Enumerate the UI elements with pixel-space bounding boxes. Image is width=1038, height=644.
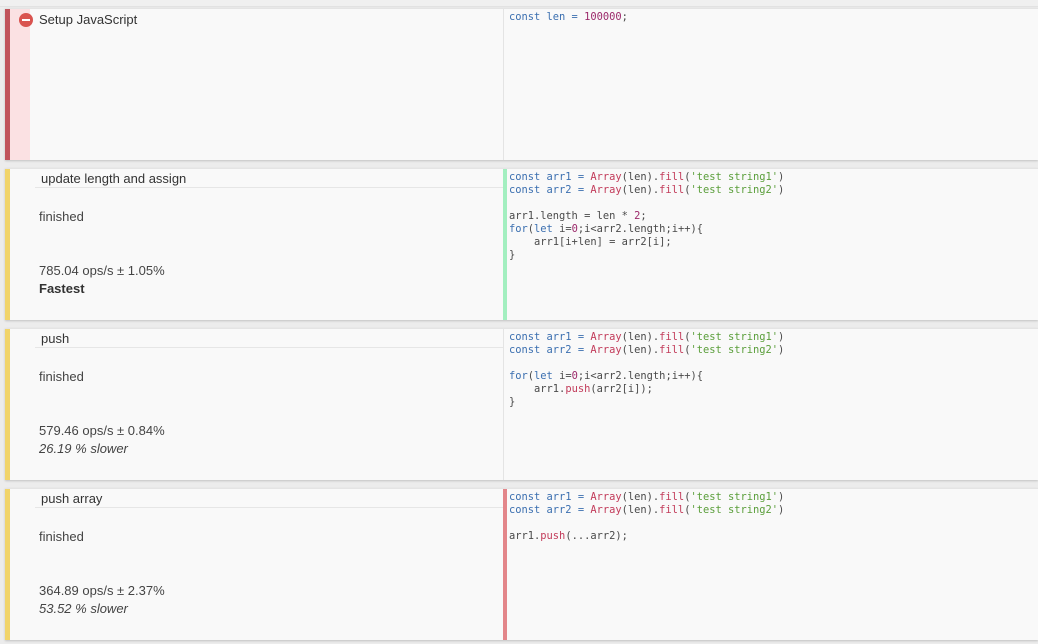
code-token: arr1.length = len * [509, 210, 635, 222]
code-token: Array [590, 504, 622, 516]
test-ops-result: 579.46 ops/s ± 0.84% [39, 423, 165, 438]
code-token: let [534, 370, 560, 382]
code-token: ) [778, 344, 785, 356]
code-token: const arr2 = [509, 504, 591, 516]
test-code[interactable]: const arr1 = Array(len).fill('test strin… [509, 171, 784, 262]
code-token: (len). [621, 171, 660, 183]
code-token: (...arr2); [565, 530, 628, 542]
code-token: ) [778, 184, 785, 196]
test-code[interactable]: const arr1 = Array(len).fill('test strin… [509, 331, 784, 409]
code-token: i= [559, 223, 572, 235]
test-status: finished [39, 529, 84, 544]
code-token: ) [778, 504, 785, 516]
code-token: Array [590, 171, 622, 183]
code-token: (len). [621, 344, 660, 356]
code-token: 100000 [584, 11, 622, 23]
code-token: for [509, 370, 528, 382]
code-token: push [540, 530, 566, 542]
test-title-input[interactable] [35, 170, 503, 188]
code-token: ; [621, 11, 628, 23]
test-left-panel: finished 785.04 ops/s ± 1.05% Fastest [10, 169, 504, 320]
code-token: arr1. [509, 530, 541, 542]
code-token: let [534, 223, 560, 235]
code-token: 'test string2' [690, 504, 779, 516]
setup-left-panel: Setup JavaScript [10, 9, 504, 160]
code-token: } [509, 249, 516, 261]
test-relative-speed: 53.52 % slower [39, 601, 128, 616]
top-bar [0, 0, 1038, 7]
code-token: ) [778, 171, 785, 183]
test-code[interactable]: const arr1 = Array(len).fill('test strin… [509, 491, 784, 543]
code-token: Array [590, 344, 622, 356]
code-token: ; [640, 210, 647, 222]
code-token: ;i<arr2.length;i++){ [577, 370, 703, 382]
code-token: fill [659, 491, 685, 503]
code-token: (arr2[i]); [590, 383, 653, 395]
code-token: Array [590, 331, 622, 343]
test-case-block: finished 579.46 ops/s ± 0.84% 26.19 % sl… [5, 328, 1038, 480]
code-token: fill [659, 331, 685, 343]
code-token: } [509, 396, 516, 408]
code-token: 'test string1' [690, 171, 779, 183]
test-left-panel: finished 579.46 ops/s ± 0.84% 26.19 % sl… [10, 329, 504, 480]
test-status: finished [39, 369, 84, 384]
code-token: Array [590, 184, 622, 196]
test-code-editor[interactable]: const arr1 = Array(len).fill('test strin… [503, 169, 1038, 320]
test-status: finished [39, 209, 84, 224]
test-relative-speed: 26.19 % slower [39, 441, 128, 456]
test-ops-result: 785.04 ops/s ± 1.05% [39, 263, 165, 278]
code-token: Array [590, 491, 622, 503]
code-token: const arr2 = [509, 184, 591, 196]
code-token: (len). [621, 504, 660, 516]
test-code-editor[interactable]: const arr1 = Array(len).fill('test strin… [503, 329, 1038, 480]
code-token: (len). [621, 491, 660, 503]
setup-title: Setup JavaScript [39, 12, 138, 27]
code-token: i= [559, 370, 572, 382]
test-code-editor[interactable]: const arr1 = Array(len).fill('test strin… [503, 489, 1038, 640]
code-token: ) [778, 331, 785, 343]
code-token: fill [659, 184, 685, 196]
code-token: const len = [509, 11, 585, 23]
setup-code[interactable]: const len = 100000; [509, 11, 628, 24]
test-left-panel: finished 364.89 ops/s ± 2.37% 53.52 % sl… [10, 489, 504, 640]
code-token: 'test string1' [690, 491, 779, 503]
code-token: for [509, 223, 528, 235]
code-token: (len). [621, 331, 660, 343]
code-token: push [565, 383, 591, 395]
code-token: arr1. [509, 383, 566, 395]
code-token: 'test string2' [690, 184, 779, 196]
code-token: const arr1 = [509, 171, 591, 183]
test-relative-speed: Fastest [39, 281, 85, 296]
remove-setup-icon[interactable] [19, 13, 33, 27]
code-token: ;i<arr2.length;i++){ [577, 223, 703, 235]
code-token: arr1[i+len] = arr2[i]; [509, 236, 672, 248]
code-token: 'test string1' [690, 331, 779, 343]
code-token: (len). [621, 184, 660, 196]
test-case-block: finished 364.89 ops/s ± 2.37% 53.52 % sl… [5, 488, 1038, 640]
setup-code-editor[interactable]: const len = 100000; [503, 9, 1038, 160]
test-title-input[interactable] [35, 490, 503, 508]
code-token: ) [778, 491, 785, 503]
test-title-input[interactable] [35, 330, 503, 348]
code-editor-highlight [503, 489, 507, 640]
code-token: const arr2 = [509, 344, 591, 356]
code-editor-highlight [503, 169, 507, 320]
test-ops-result: 364.89 ops/s ± 2.37% [39, 583, 165, 598]
code-token: const arr1 = [509, 331, 591, 343]
test-case-block: finished 785.04 ops/s ± 1.05% Fastest co… [5, 168, 1038, 320]
code-token: fill [659, 344, 685, 356]
setup-block: Setup JavaScript const len = 100000; [5, 8, 1038, 160]
code-token: fill [659, 171, 685, 183]
code-token: const arr1 = [509, 491, 591, 503]
code-token: 'test string2' [690, 344, 779, 356]
code-token: fill [659, 504, 685, 516]
